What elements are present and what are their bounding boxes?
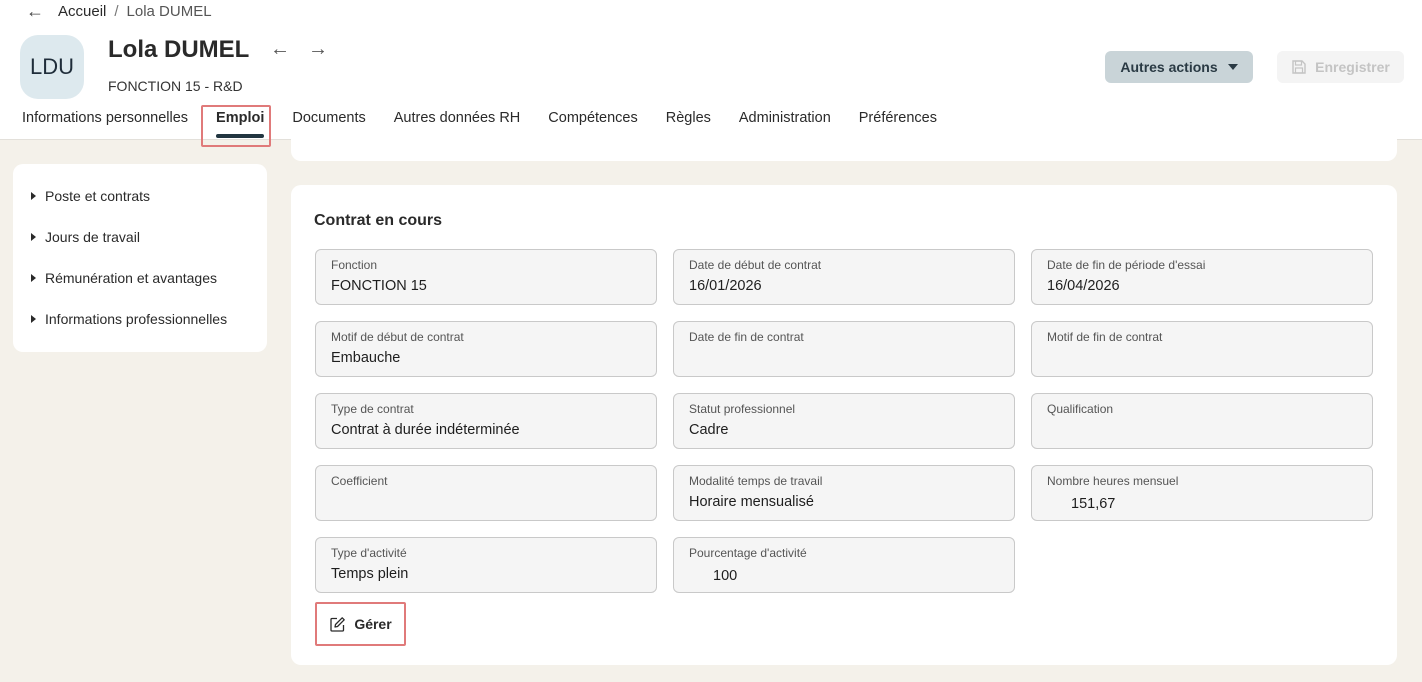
caret-right-icon: [31, 233, 36, 241]
manage-label: Gérer: [354, 616, 392, 632]
field-label: Coefficient: [331, 474, 388, 488]
section-title: Contrat en cours: [314, 212, 443, 229]
sidebar-item-label: Rémunération et avantages: [45, 270, 217, 286]
activity-type-field: Type d'activité Temps plein: [315, 537, 657, 593]
field-label: Type de contrat: [331, 402, 414, 416]
fonction-field: Fonction FONCTION 15: [315, 249, 657, 305]
activity-percentage-field: Pourcentage d'activité 100: [673, 537, 1015, 593]
field-value: Horaire mensualisé: [689, 494, 814, 510]
caret-down-icon: [1227, 64, 1238, 70]
field-value: Cadre: [689, 422, 729, 438]
page-header: ← Accueil / Lola DUMEL LDU Lola DUMEL ← …: [0, 0, 1422, 147]
section-sidebar: Poste et contrats Jours de travail Rémun…: [13, 164, 267, 352]
sidebar-item-jours-de-travail[interactable]: Jours de travail: [31, 229, 140, 245]
field-value: Embauche: [331, 350, 401, 366]
field-value: FONCTION 15: [331, 278, 427, 294]
coefficient-field: Coefficient: [315, 465, 657, 521]
save-icon: [1292, 60, 1306, 74]
field-label: Modalité temps de travail: [689, 474, 823, 488]
professional-status-field: Statut professionnel Cadre: [673, 393, 1015, 449]
field-label: Fonction: [331, 258, 378, 272]
sidebar-item-informations-professionnelles[interactable]: Informations professionnelles: [31, 311, 227, 327]
employee-navigation: ← →: [270, 38, 328, 61]
breadcrumb-separator: /: [114, 2, 119, 20]
back-arrow-icon[interactable]: ←: [26, 1, 44, 22]
field-value: 16/04/2026: [1047, 278, 1120, 294]
sidebar-item-label: Poste et contrats: [45, 188, 151, 204]
field-value: Contrat à durée indéterminée: [331, 422, 520, 438]
field-label: Date de fin de période d'essai: [1047, 258, 1206, 272]
field-label: Type d'activité: [331, 546, 407, 560]
sidebar-item-label: Informations professionnelles: [45, 311, 228, 327]
breadcrumb-current: Lola DUMEL: [126, 2, 212, 20]
avatar: LDU: [20, 35, 84, 99]
sidebar-item-remuneration-et-avantages[interactable]: Rémunération et avantages: [31, 270, 217, 286]
caret-right-icon: [31, 315, 36, 323]
field-value: 16/01/2026: [689, 278, 762, 294]
field-label: Qualification: [1047, 402, 1114, 416]
field-label: Date de fin de contrat: [689, 330, 804, 344]
more-actions-label: Autres actions: [1120, 59, 1218, 75]
employee-name: Lola DUMEL: [108, 36, 250, 63]
field-label: Nombre heures mensuel: [1047, 474, 1179, 488]
save-label: Enregistrer: [1315, 59, 1390, 75]
trial-end-date-field: Date de fin de période d'essai 16/04/202…: [1031, 249, 1373, 305]
contract-end-reason-field: Motif de fin de contrat: [1031, 321, 1373, 377]
next-employee-arrow-icon[interactable]: →: [308, 38, 328, 61]
more-actions-button[interactable]: Autres actions: [1105, 51, 1253, 83]
field-label: Motif de début de contrat: [331, 330, 464, 344]
contract-start-reason-field: Motif de début de contrat Embauche: [315, 321, 657, 377]
breadcrumb: ← Accueil / Lola DUMEL: [26, 1, 212, 22]
field-label: Statut professionnel: [689, 402, 796, 416]
current-contract-card: Contrat en cours Fonction FONCTION 15 Da…: [291, 185, 1397, 665]
field-value: Temps plein: [331, 566, 409, 582]
monthly-hours-field: Nombre heures mensuel 151,67: [1031, 465, 1373, 521]
contract-start-date-field: Date de début de contrat 16/01/2026: [673, 249, 1015, 305]
field-label: Date de début de contrat: [689, 258, 822, 272]
previous-section-card: [291, 130, 1397, 161]
qualification-field: Qualification: [1031, 393, 1373, 449]
sidebar-item-label: Jours de travail: [45, 229, 140, 245]
contract-end-date-field: Date de fin de contrat: [673, 321, 1015, 377]
breadcrumb-home-link[interactable]: Accueil: [58, 3, 106, 20]
employee-subtitle: FONCTION 15 - R&D: [108, 78, 243, 94]
field-value: 151,67: [1071, 496, 1116, 512]
tab-informations-personnelles[interactable]: Informations personnelles: [22, 110, 188, 140]
edit-icon: [330, 616, 346, 632]
working-time-mode-field: Modalité temps de travail Horaire mensua…: [673, 465, 1015, 521]
field-label: Motif de fin de contrat: [1047, 330, 1163, 344]
contract-type-field: Type de contrat Contrat à durée indéterm…: [315, 393, 657, 449]
caret-right-icon: [31, 192, 36, 200]
caret-right-icon: [31, 274, 36, 282]
tab-emploi[interactable]: Emploi: [216, 110, 265, 140]
manage-button[interactable]: Gérer: [315, 602, 406, 646]
sidebar-item-poste-et-contrats[interactable]: Poste et contrats: [31, 188, 150, 204]
previous-employee-arrow-icon[interactable]: ←: [270, 38, 290, 61]
field-label: Pourcentage d'activité: [689, 546, 807, 560]
field-value: 100: [713, 568, 738, 584]
save-button[interactable]: Enregistrer: [1277, 51, 1404, 83]
